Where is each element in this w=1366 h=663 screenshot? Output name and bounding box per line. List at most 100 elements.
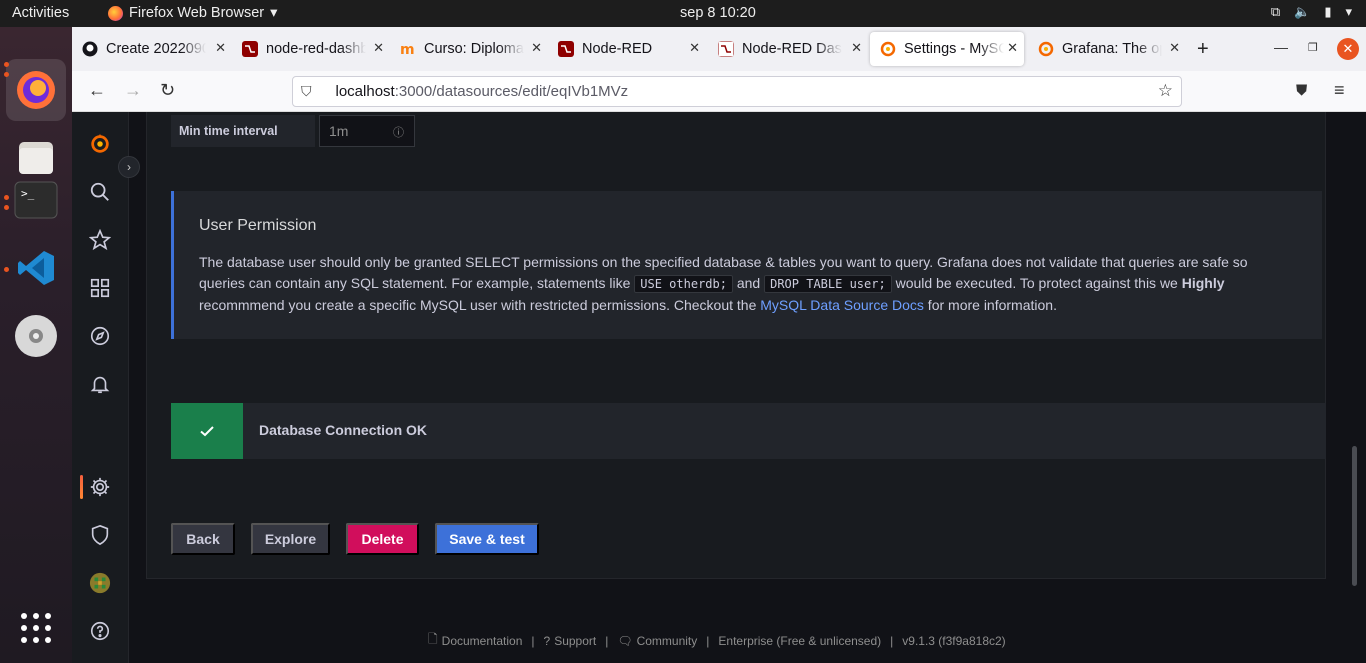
community-link[interactable]: 🗨 Community	[617, 634, 697, 648]
tab-curso[interactable]: m Curso: Diplomado ✕	[390, 32, 548, 66]
network-icon: ⧉	[1270, 4, 1281, 19]
activities-button[interactable]: Activities	[12, 5, 69, 21]
tab-title: Grafana: The open	[1062, 41, 1162, 57]
vscode-dock-icon[interactable]	[13, 245, 59, 291]
footer-separator: |	[531, 633, 535, 648]
user-permission-notice: User Permission The database user should…	[171, 191, 1322, 339]
bell-icon[interactable]	[88, 372, 112, 396]
tab-node-red[interactable]: Node-RED ✕	[548, 32, 706, 66]
connection-status-text: Database Connection OK	[259, 422, 428, 438]
documentation-label: Documentation	[441, 633, 523, 648]
notice-title: User Permission	[199, 217, 317, 234]
sidebar-expand-button[interactable]: ›	[118, 156, 140, 178]
url-host: localhost	[335, 83, 395, 100]
firefox-icon	[108, 5, 123, 21]
tab-grafana-open[interactable]: Grafana: The open ✕	[1028, 32, 1186, 66]
menu-icon[interactable]: ≡	[1334, 80, 1345, 101]
running-indicator	[4, 267, 9, 272]
code-snippet: USE otherdb;	[634, 275, 733, 293]
close-icon[interactable]: ✕	[851, 40, 862, 56]
ubuntu-dock: >_	[0, 27, 72, 663]
close-icon[interactable]: ✕	[215, 40, 226, 56]
notice-text: and	[732, 275, 765, 291]
mysql-docs-link[interactable]: MySQL Data Source Docs	[760, 297, 924, 313]
comment-icon: 🗨	[617, 633, 633, 648]
search-icon[interactable]	[88, 180, 112, 204]
url-bar[interactable]: ⛉ localhost :3000/datasources/edit/eqIVb…	[292, 76, 1182, 107]
shield-icon[interactable]	[88, 523, 112, 547]
optical-disc-dock-icon[interactable]	[13, 313, 59, 359]
info-icon[interactable]: ⓘ	[393, 124, 404, 140]
minimize-icon[interactable]: —	[1274, 39, 1288, 55]
notice-emphasis: Highly	[1181, 275, 1225, 291]
tab-title: Curso: Diplomado	[424, 41, 524, 57]
document-icon: 🗋	[428, 632, 438, 646]
back-button[interactable]: Back	[171, 523, 235, 555]
star-icon[interactable]	[88, 228, 112, 252]
support-link[interactable]: ? Support	[544, 634, 597, 648]
tab-github[interactable]: Create 20220908 ✕	[72, 32, 232, 66]
node-red-icon	[558, 41, 574, 57]
new-tab-button[interactable]: +	[1197, 38, 1209, 61]
footer-separator: |	[890, 633, 894, 648]
user-avatar-icon[interactable]	[88, 571, 112, 595]
explore-compass-icon[interactable]	[88, 324, 112, 348]
question-circle-icon: ?	[543, 633, 551, 648]
app-menu-label: Firefox Web Browser	[129, 5, 265, 21]
page-scrollbar[interactable]	[1352, 446, 1357, 586]
dashboards-icon[interactable]	[88, 276, 112, 300]
community-label: Community	[636, 633, 698, 648]
save-test-button[interactable]: Save & test	[435, 523, 539, 555]
node-red-icon	[718, 41, 734, 57]
delete-button[interactable]: Delete	[346, 523, 419, 555]
svg-text:>_: >_	[21, 187, 35, 200]
github-icon	[82, 41, 98, 57]
tab-node-red-dashboard-2[interactable]: Node-RED Dashboard ✕	[708, 32, 868, 66]
svg-text:m: m	[400, 42, 415, 57]
browser-nav-bar: ← → ↻ ⛉ localhost :3000/datasources/edit…	[72, 71, 1366, 112]
grafana-footer: 🗋 Documentation | ? Support | 🗨 Community |…	[428, 630, 1006, 651]
tab-title: Create 20220908	[106, 41, 206, 57]
close-icon[interactable]: ✕	[373, 40, 384, 56]
success-indicator	[171, 403, 243, 459]
close-icon[interactable]: ✕	[1169, 40, 1180, 56]
url-path: :3000/datasources/edit/eqIVb1MVz	[394, 83, 629, 100]
close-window-button[interactable]: ✕	[1337, 38, 1359, 60]
documentation-link[interactable]: 🗋 Documentation	[428, 630, 522, 651]
grafana-icon	[880, 41, 896, 57]
back-arrow-icon[interactable]: ←	[88, 80, 106, 101]
firefox-dock-icon[interactable]	[13, 67, 59, 113]
tab-title: node-red-dashboard	[266, 41, 366, 57]
chevron-down-icon: ▾	[1345, 4, 1352, 19]
system-tray[interactable]: ⧉ 🔈 ▮ ▾	[1271, 4, 1352, 20]
edition-link[interactable]: Enterprise (Free & unlicensed)	[718, 634, 881, 648]
gear-icon[interactable]	[88, 475, 112, 499]
forward-arrow-icon[interactable]: →	[124, 80, 142, 101]
shield-icon[interactable]: ⛉	[301, 83, 312, 100]
close-icon[interactable]: ✕	[689, 40, 700, 56]
tab-node-red-dashboard[interactable]: node-red-dashboard ✕	[232, 32, 390, 66]
close-icon[interactable]: ✕	[531, 40, 542, 56]
close-icon[interactable]: ✕	[1007, 40, 1018, 56]
explore-button[interactable]: Explore	[251, 523, 330, 555]
tab-title: Node-RED Dashboard	[742, 41, 842, 57]
notice-text: recommmend you create a specific MySQL u…	[199, 297, 761, 313]
bookmark-star-icon[interactable]: ☆	[1158, 81, 1173, 101]
running-indicator	[4, 195, 9, 200]
min-time-interval-input[interactable]: 1m ⓘ	[319, 115, 415, 147]
help-icon[interactable]	[88, 619, 112, 643]
grafana-sidebar	[72, 112, 129, 663]
maximize-icon[interactable]: ❐	[1308, 41, 1318, 54]
pocket-icon[interactable]: ⛊	[1296, 82, 1307, 99]
notice-body: The database user should only be granted…	[199, 252, 1279, 316]
tab-grafana-settings[interactable]: Settings - MySQL ✕	[870, 32, 1024, 66]
files-dock-icon[interactable]	[13, 135, 59, 181]
gnome-top-bar: Activities Firefox Web Browser ▾ sep 8 1…	[0, 0, 1366, 27]
grafana-logo-icon[interactable]	[88, 132, 112, 156]
show-applications-icon[interactable]	[13, 605, 59, 651]
clock[interactable]: sep 8 10:20	[680, 5, 756, 21]
app-menu[interactable]: Firefox Web Browser ▾	[108, 5, 277, 21]
node-red-icon	[242, 41, 258, 57]
terminal-dock-icon[interactable]: >_	[13, 177, 59, 223]
reload-icon[interactable]: ↻	[160, 80, 175, 101]
